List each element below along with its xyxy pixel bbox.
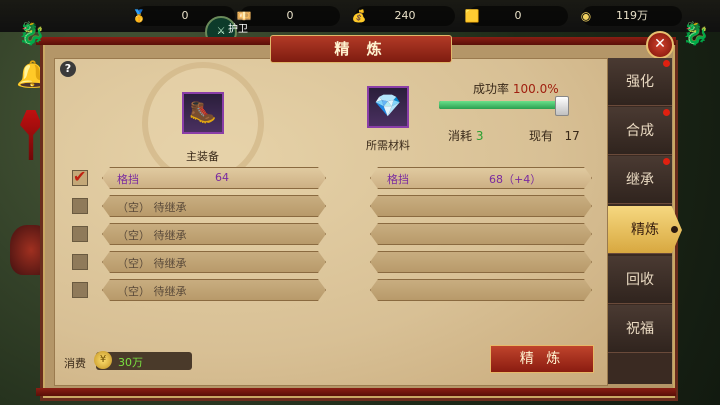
owned-value: 17 xyxy=(564,129,580,143)
attr-row-left[interactable]: （空） 待继承 xyxy=(102,195,326,217)
tab-inherit[interactable]: 继承 xyxy=(608,156,672,204)
currency-slot-5: ◉ 119万 xyxy=(581,6,682,26)
consume-value: 3 xyxy=(475,129,484,143)
attr-name: （空） 待继承 xyxy=(117,285,187,298)
owned-label: 现有 xyxy=(529,129,554,143)
boots-icon: 🥾 xyxy=(189,100,217,125)
currency-bar: 🥇 0 💴 0 💰 240 🟨 0 ◉ 119万 xyxy=(0,0,720,32)
help-button[interactable]: ? xyxy=(60,61,76,77)
close-button[interactable]: ✕ xyxy=(646,31,674,59)
attr-checkbox[interactable] xyxy=(72,226,88,242)
dragon-ornament-right-icon: 🐉 xyxy=(682,22,710,47)
attr-checkbox[interactable]: ✔ xyxy=(72,167,88,186)
currency-value: 0 xyxy=(514,9,522,22)
success-rate-value: 100.0% xyxy=(512,82,559,96)
attr-value: 68（+4） xyxy=(489,173,542,186)
attr-name: 格挡 xyxy=(117,173,139,186)
attr-checkbox[interactable] xyxy=(72,254,88,270)
owned-text: 现有 17 xyxy=(529,127,580,144)
gold-ingot-icon: 🥇 xyxy=(131,9,147,23)
attr-row-right xyxy=(370,251,592,273)
tab-label: 回收 xyxy=(626,272,654,288)
success-rate-slider[interactable] xyxy=(439,101,567,109)
cost-value: 30万 xyxy=(118,356,143,369)
currency-slot-3: 💰 240 xyxy=(352,6,455,26)
currency-slot-2: 💴 0 xyxy=(237,6,340,26)
cost-box: ¥30万 xyxy=(94,351,192,370)
attr-name: 格挡 xyxy=(387,173,409,186)
attr-row-right: 格挡 68（+4） xyxy=(370,167,592,189)
attr-row-right xyxy=(370,279,592,301)
tab-label: 强化 xyxy=(626,74,654,90)
selected-dot xyxy=(671,226,678,233)
dragon-ornament-left-icon: 🐉 xyxy=(18,22,46,47)
gold-ingot2-icon: 🟨 xyxy=(464,9,480,23)
main-equip-slot[interactable]: 🥾 xyxy=(182,92,224,134)
frame-bottom-border xyxy=(36,388,676,396)
attr-checkbox[interactable] xyxy=(72,282,88,298)
notification-dot xyxy=(663,158,670,165)
material-slot[interactable]: 💎 xyxy=(367,86,409,128)
main-equip-label: 主装备 xyxy=(186,150,219,163)
attr-value: 64 xyxy=(215,171,229,184)
attr-row-left[interactable]: 格挡 64 xyxy=(102,167,326,189)
dialog-title: 精 炼 xyxy=(270,35,452,63)
attr-row-left[interactable]: （空） 待继承 xyxy=(102,251,326,273)
attr-row-left[interactable]: （空） 待继承 xyxy=(102,279,326,301)
tab-label: 合成 xyxy=(626,123,654,139)
coin-icon: ◉ xyxy=(580,9,592,23)
consume-label: 消耗 xyxy=(448,129,473,143)
attr-name: （空） 待继承 xyxy=(117,229,187,242)
crystal-icon: 💎 xyxy=(374,94,402,119)
success-rate: 成功率 100.0% xyxy=(473,80,559,97)
refine-button[interactable]: 精 炼 xyxy=(490,345,594,373)
tab-label: 继承 xyxy=(626,172,654,188)
tab-label: 祝福 xyxy=(626,321,654,337)
attr-name: （空） 待继承 xyxy=(117,257,187,270)
notification-dot xyxy=(663,109,670,116)
check-mark-icon: ✔ xyxy=(73,167,87,186)
currency-value: 0 xyxy=(286,9,294,22)
attr-row-right xyxy=(370,195,592,217)
attr-row-left[interactable]: （空） 待继承 xyxy=(102,223,326,245)
attr-row-right xyxy=(370,223,592,245)
tab-label: 精炼 xyxy=(631,222,659,238)
slider-handle[interactable] xyxy=(555,96,569,116)
currency-value: 0 xyxy=(181,9,189,22)
guard-label: 护卫 xyxy=(228,24,248,35)
tab-bless[interactable]: 祝福 xyxy=(608,305,672,353)
tab-recycle[interactable]: 回收 xyxy=(608,256,672,304)
coin-icon: ¥ xyxy=(94,351,112,369)
success-rate-label: 成功率 xyxy=(473,82,510,96)
success-rate-fill xyxy=(439,101,557,109)
silver-ingot-icon: 💰 xyxy=(351,9,367,23)
consume-text: 消耗 3 xyxy=(448,127,483,144)
currency-slot-4: 🟨 0 xyxy=(465,6,568,26)
attr-checkbox[interactable] xyxy=(72,198,88,214)
attr-name: （空） 待继承 xyxy=(117,201,187,214)
notification-dot xyxy=(663,60,670,67)
cost-label: 消费 xyxy=(64,357,86,370)
tab-refine[interactable]: 精炼 xyxy=(608,206,682,254)
tab-synthesize[interactable]: 合成 xyxy=(608,107,672,155)
tab-strengthen[interactable]: 强化 xyxy=(608,58,672,106)
currency-value: 240 xyxy=(394,9,416,22)
currency-value: 119万 xyxy=(616,9,648,22)
material-label: 所需材料 xyxy=(366,139,410,152)
